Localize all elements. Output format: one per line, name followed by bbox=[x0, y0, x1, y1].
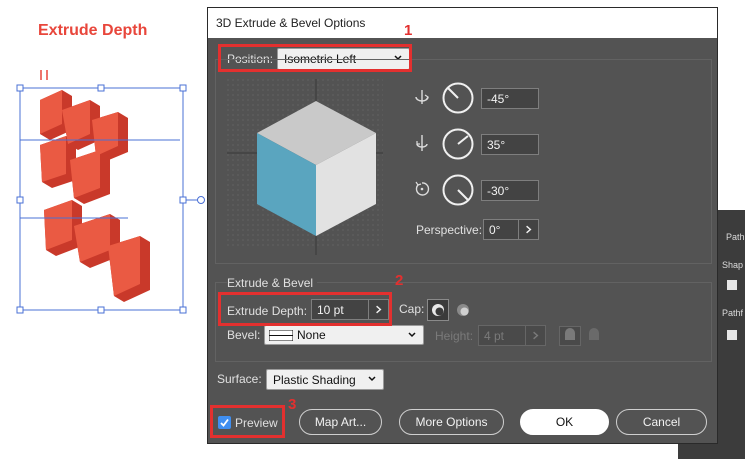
panel-label-pathfinder: Pathf bbox=[722, 308, 744, 318]
surface-value: Plastic Shading bbox=[273, 373, 356, 387]
ok-button[interactable]: OK bbox=[520, 409, 609, 435]
annotation-box-position bbox=[218, 44, 412, 72]
perspective-label: Perspective: bbox=[416, 223, 483, 237]
dialog-title: 3D Extrude & Bevel Options bbox=[216, 16, 366, 30]
bevel-label: Bevel: bbox=[227, 328, 261, 342]
pathfinder-icon[interactable] bbox=[727, 330, 737, 340]
surface-dropdown[interactable]: Plastic Shading bbox=[266, 369, 384, 390]
annotation-number-3: 3 bbox=[288, 396, 297, 413]
panel-label-path: Path bbox=[726, 232, 745, 242]
extrude-section-label: Extrude & Bevel bbox=[227, 276, 318, 290]
panel-label-shape: Shap bbox=[722, 260, 744, 270]
perspective-field[interactable]: 0° bbox=[483, 219, 539, 240]
rotate-y-value: 35° bbox=[487, 138, 506, 152]
properties-panel: Path Shap Pathf bbox=[718, 210, 745, 459]
rotate-y-field[interactable]: 35° bbox=[481, 134, 539, 155]
more-options-button[interactable]: More Options bbox=[399, 409, 504, 435]
dialog-titlebar[interactable]: 3D Extrude & Bevel Options bbox=[208, 8, 717, 38]
chevron-down-icon bbox=[368, 376, 376, 382]
height-label: Height: bbox=[435, 329, 474, 343]
cap-off-icon[interactable] bbox=[452, 299, 474, 321]
shape-mode-icon[interactable] bbox=[727, 280, 737, 290]
bevel-value: None bbox=[297, 328, 326, 342]
rotate-z-field[interactable]: -30° bbox=[481, 180, 539, 201]
rotate-z-dial[interactable] bbox=[442, 174, 474, 206]
annotation-box-extrude-depth bbox=[218, 292, 392, 326]
bevel-dropdown[interactable]: None bbox=[264, 325, 424, 345]
height-value: 4 pt bbox=[484, 329, 505, 343]
rotate-z-value: -30° bbox=[487, 184, 510, 198]
chevron-right-icon bbox=[525, 326, 539, 345]
surface-label: Surface: bbox=[217, 372, 262, 386]
rotate-z-axis-icon bbox=[415, 181, 430, 196]
annotation-number-1: 1 bbox=[404, 22, 413, 39]
cap-on-icon[interactable] bbox=[427, 299, 449, 321]
cap-label: Cap: bbox=[399, 302, 425, 316]
map-art-button[interactable]: Map Art... bbox=[299, 409, 382, 435]
extruded-artwork[interactable] bbox=[0, 70, 210, 320]
chevron-right-icon[interactable] bbox=[518, 220, 538, 239]
extrude-bevel-dialog: 3D Extrude & Bevel Options Position: Iso… bbox=[207, 7, 718, 444]
cancel-button[interactable]: Cancel bbox=[616, 409, 707, 435]
rotate-x-field[interactable]: -45° bbox=[481, 88, 539, 109]
chevron-down-icon bbox=[408, 332, 416, 338]
rotate-x-axis-icon bbox=[415, 90, 429, 104]
bevel-out-icon bbox=[559, 326, 581, 346]
bevel-in-icon bbox=[589, 328, 599, 340]
bevel-none-swatch-icon bbox=[269, 330, 293, 341]
rotate-y-axis-icon bbox=[416, 135, 428, 151]
cube-preview[interactable] bbox=[227, 79, 383, 259]
annotation-box-preview bbox=[210, 405, 285, 438]
panel-bottom-strip bbox=[678, 444, 745, 459]
rotate-y-dial[interactable] bbox=[442, 128, 474, 160]
rotate-x-value: -45° bbox=[487, 92, 510, 106]
annotation-number-2: 2 bbox=[395, 272, 404, 289]
artwork-title: Extrude Depth bbox=[38, 22, 148, 39]
rotate-x-dial[interactable] bbox=[442, 82, 474, 114]
perspective-value: 0° bbox=[489, 223, 501, 237]
height-field: 4 pt bbox=[478, 325, 546, 346]
